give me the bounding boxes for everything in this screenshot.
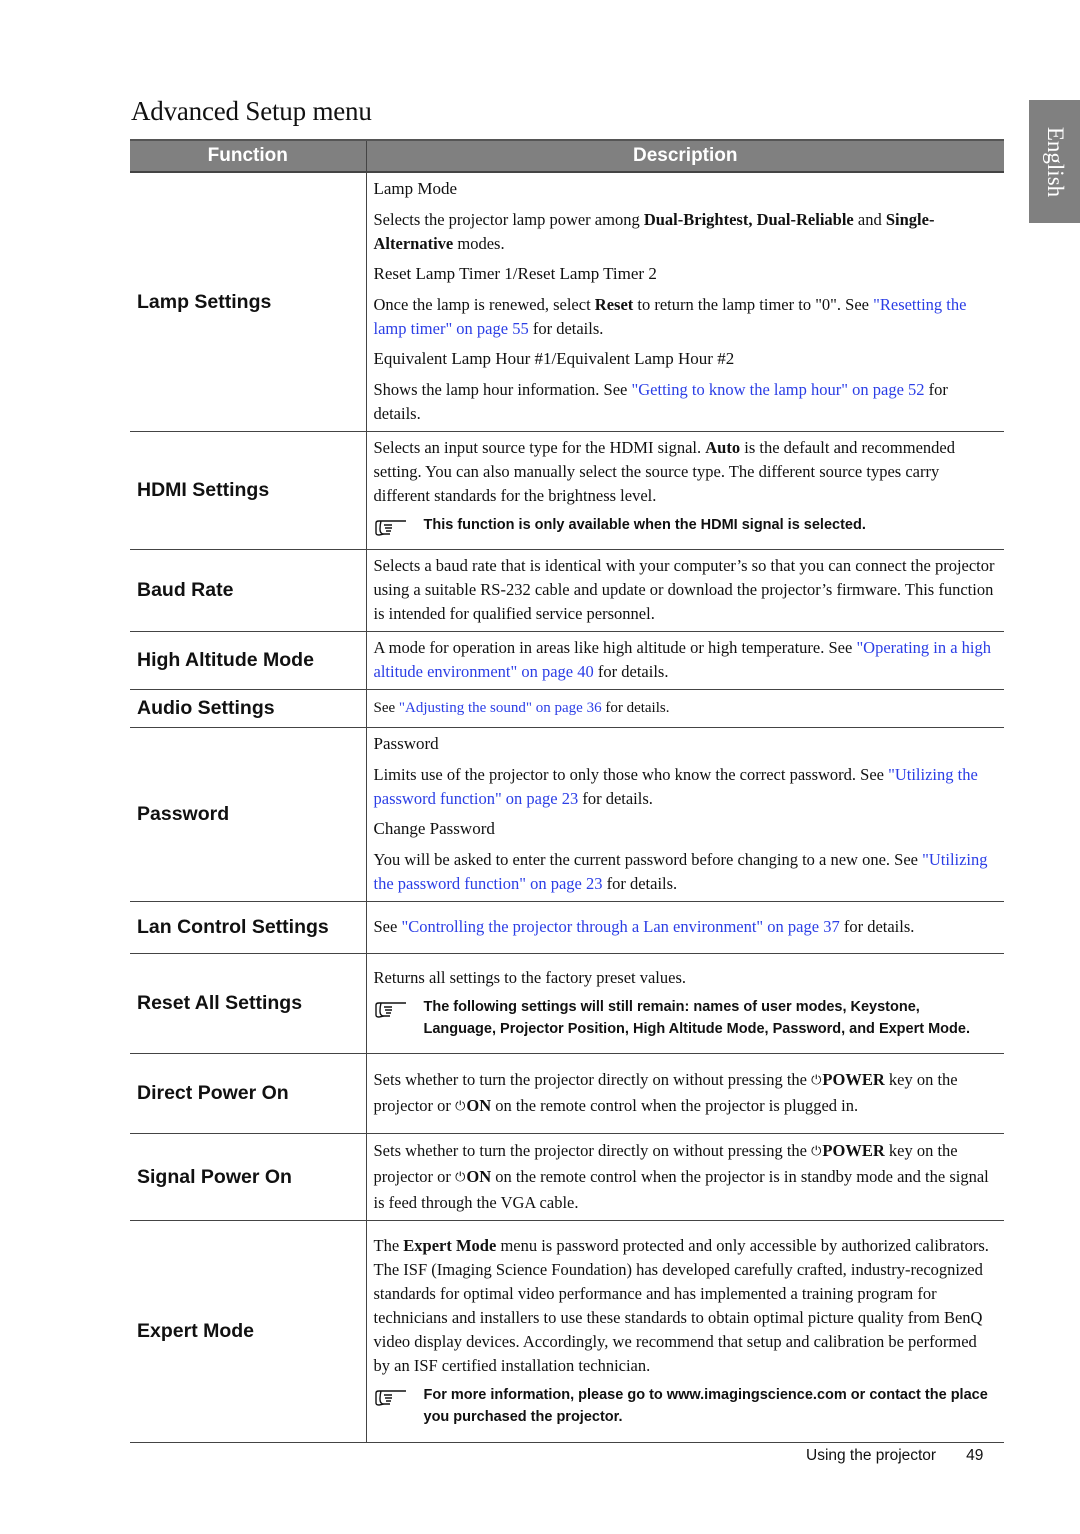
table-row-direct-power-on: Direct Power On Sets whether to turn the… bbox=[130, 1053, 1004, 1134]
column-header-function: Function bbox=[130, 139, 367, 173]
description-lamp-settings: Lamp Mode Selects the projector lamp pow… bbox=[366, 172, 1004, 432]
text-baud-rate: Selects a baud rate that is identical wi… bbox=[373, 556, 995, 623]
text-equivalent-lamp-hour: Shows the lamp hour information. See "Ge… bbox=[373, 380, 948, 423]
note-expert-mode-text: For more information, please go to www.i… bbox=[423, 1387, 988, 1425]
subheading-password: Password bbox=[373, 734, 439, 753]
link-adjusting-sound[interactable]: "Adjusting the sound" on page 36 bbox=[399, 700, 602, 716]
note-expert-mode: For more information, please go to www.i… bbox=[374, 1384, 997, 1428]
text-direct-power-on: Sets whether to turn the projector direc… bbox=[374, 1067, 997, 1119]
description-direct-power-on: Sets whether to turn the projector direc… bbox=[366, 1053, 1004, 1134]
function-expert-mode: Expert Mode bbox=[130, 1220, 367, 1443]
text-expert-mode: The Expert Mode menu is password protect… bbox=[373, 1236, 989, 1375]
note-hdmi: This function is only available when the… bbox=[374, 514, 997, 544]
description-hdmi-settings: Selects an input source type for the HDM… bbox=[366, 431, 1004, 550]
text-high-altitude-mode: A mode for operation in areas like high … bbox=[373, 638, 992, 681]
column-header-description: Description bbox=[366, 139, 1004, 173]
note-hdmi-text: This function is only available when the… bbox=[423, 517, 866, 533]
footer-section-title: Using the projector bbox=[806, 1447, 937, 1464]
description-reset-all-settings: Returns all settings to the factory pres… bbox=[366, 953, 1004, 1054]
function-audio-settings: Audio Settings bbox=[130, 689, 367, 728]
advanced-setup-table: Function Description Lamp Settings Lamp … bbox=[130, 139, 1004, 1443]
description-baud-rate: Selects a baud rate that is identical wi… bbox=[366, 549, 1004, 632]
text-signal-power-on: Sets whether to turn the projector direc… bbox=[373, 1141, 989, 1212]
note-reset-all: The following settings will still remain… bbox=[374, 996, 997, 1040]
function-lamp-settings: Lamp Settings bbox=[130, 172, 367, 432]
function-password: Password bbox=[130, 727, 367, 902]
page-number: 49 bbox=[966, 1447, 984, 1464]
text-reset-lamp-timer: Once the lamp is renewed, select Reset t… bbox=[373, 295, 967, 338]
text-audio-settings: See "Adjusting the sound" on page 36 for… bbox=[373, 700, 670, 716]
function-reset-all-settings: Reset All Settings bbox=[130, 953, 367, 1054]
text-lamp-mode: Selects the projector lamp power among D… bbox=[373, 210, 935, 253]
description-high-altitude-mode: A mode for operation in areas like high … bbox=[366, 631, 1004, 690]
function-hdmi-settings: HDMI Settings bbox=[130, 431, 367, 550]
table-row-reset-all-settings: Reset All Settings Returns all settings … bbox=[130, 953, 1004, 1054]
table-row-signal-power-on: Signal Power On Sets whether to turn the… bbox=[130, 1133, 1004, 1221]
text-reset-all: Returns all settings to the factory pres… bbox=[373, 968, 687, 987]
table-row-lamp-settings: Lamp Settings Lamp Mode Selects the proj… bbox=[130, 172, 1004, 432]
text-hdmi-settings: Selects an input source type for the HDM… bbox=[373, 438, 956, 505]
table-row-audio-settings: Audio Settings See "Adjusting the sound"… bbox=[130, 689, 1004, 728]
table-row-hdmi-settings: HDMI Settings Selects an input source ty… bbox=[130, 431, 1004, 550]
page-footer: Using the projector 49 bbox=[806, 1447, 983, 1465]
table-header-row: Function Description bbox=[130, 139, 1004, 173]
description-password: Password Limits use of the projector to … bbox=[366, 727, 1004, 902]
description-audio-settings: See "Adjusting the sound" on page 36 for… bbox=[366, 689, 1004, 728]
pointing-hand-icon bbox=[374, 996, 424, 1026]
table-row-baud-rate: Baud Rate Selects a baud rate that is id… bbox=[130, 549, 1004, 632]
pointing-hand-icon bbox=[374, 1384, 424, 1414]
table-row-high-altitude-mode: High Altitude Mode A mode for operation … bbox=[130, 631, 1004, 690]
function-signal-power-on: Signal Power On bbox=[130, 1133, 367, 1221]
page-title: Advanced Setup menu bbox=[131, 96, 372, 126]
subheading-equivalent-lamp-hour: Equivalent Lamp Hour #1/Equivalent Lamp … bbox=[373, 349, 735, 368]
table-row-lan-control-settings: Lan Control Settings See "Controlling th… bbox=[130, 901, 1004, 954]
note-reset-all-text: The following settings will still remain… bbox=[423, 999, 971, 1037]
link-lan-environment[interactable]: "Controlling the projector through a Lan… bbox=[401, 917, 839, 936]
power-icon: ⏻ bbox=[455, 1170, 466, 1185]
description-expert-mode: The Expert Mode menu is password protect… bbox=[366, 1220, 1004, 1443]
function-high-altitude-mode: High Altitude Mode bbox=[130, 631, 367, 690]
function-lan-control-settings: Lan Control Settings bbox=[130, 901, 367, 954]
table-row-expert-mode: Expert Mode The Expert Mode menu is pass… bbox=[130, 1220, 1004, 1443]
text-lan-control: See "Controlling the projector through a… bbox=[373, 917, 915, 936]
pointing-hand-icon bbox=[374, 514, 424, 544]
function-direct-power-on: Direct Power On bbox=[130, 1053, 367, 1134]
link-lamp-hour[interactable]: "Getting to know the lamp hour" on page … bbox=[632, 380, 925, 399]
text-change-password: You will be asked to enter the current p… bbox=[373, 850, 988, 893]
power-icon: ⏻ bbox=[811, 1144, 822, 1159]
description-lan-control-settings: See "Controlling the projector through a… bbox=[366, 901, 1004, 954]
subheading-reset-lamp-timer: Reset Lamp Timer 1/Reset Lamp Timer 2 bbox=[373, 264, 657, 283]
power-icon: ⏻ bbox=[811, 1073, 822, 1088]
text-password: Limits use of the projector to only thos… bbox=[373, 765, 978, 808]
power-icon: ⏻ bbox=[455, 1099, 466, 1114]
language-tab[interactable]: English bbox=[1029, 100, 1080, 223]
function-baud-rate: Baud Rate bbox=[130, 549, 367, 632]
subheading-lamp-mode: Lamp Mode bbox=[373, 179, 458, 198]
table-row-password: Password Password Limits use of the proj… bbox=[130, 727, 1004, 902]
language-tab-label: English bbox=[1042, 126, 1068, 197]
subheading-change-password: Change Password bbox=[373, 819, 495, 838]
description-signal-power-on: Sets whether to turn the projector direc… bbox=[366, 1133, 1004, 1221]
